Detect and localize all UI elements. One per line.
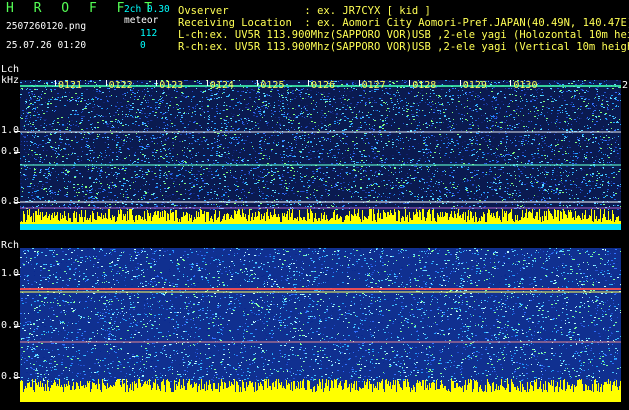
lch-time-tick (206, 80, 208, 86)
lch-time-label: 0127 (362, 80, 386, 92)
lch-time-tick (105, 80, 107, 86)
lch-spectrogram: 0121 0122 0123 0124 0125 0126 0127 0128 0129 0130 (20, 80, 621, 230)
lch-time-tick (308, 80, 309, 86)
count-r-label: 0 (140, 40, 146, 52)
rch-info-line: R-ch:ex. UV5R 113.900Mhz(SAPPORO VOR)USB… (178, 41, 629, 53)
lch-time-tick (156, 80, 158, 86)
lch-time-label: 0129 (463, 80, 487, 92)
lch-time-label: 0126 (311, 80, 335, 92)
lch-spectrogram-graphic (20, 80, 621, 230)
lch-unit-label: kHz (1, 75, 19, 87)
rch-spectrogram (20, 248, 621, 402)
lch-time-label: 0121 (58, 80, 82, 92)
filename-label: 2507260120.png (6, 21, 86, 33)
count-l-label: 112 (140, 28, 157, 40)
lch-time-tick (55, 80, 56, 86)
datetime-label: 25.07.26 01:20 (6, 40, 86, 52)
lch-time-tick (409, 80, 411, 86)
rch-spectrogram-graphic (20, 248, 621, 402)
lch-time-tick (510, 80, 512, 86)
mode-label: meteor (124, 15, 158, 27)
lch-time-label: 0124 (210, 80, 234, 92)
right-edge-label: 2 (622, 80, 628, 92)
lch-time-tick (358, 80, 360, 86)
location-line: Receiving Location : ex. Aomori City Aom… (178, 17, 629, 29)
lch-time-label: 0122 (109, 80, 133, 92)
observer-line: Ovserver : ex. JR7CYX [ kid ] (178, 5, 431, 17)
rch-channel-label: Rch (1, 240, 19, 252)
lch-time-label: 0125 (260, 80, 284, 92)
lch-time-tick (257, 80, 259, 86)
lch-info-line: L-ch:ex. UV5R 113.900Mhz(SAPPORO VOR)USB… (178, 29, 629, 41)
lch-time-label: 0128 (412, 80, 436, 92)
lch-time-label: 0123 (159, 80, 183, 92)
lch-time-tick (459, 80, 461, 86)
lch-time-label: 0130 (513, 80, 537, 92)
hroft-window: H R O F F T 2ch 0.30 2507260120.png mete… (0, 0, 629, 410)
